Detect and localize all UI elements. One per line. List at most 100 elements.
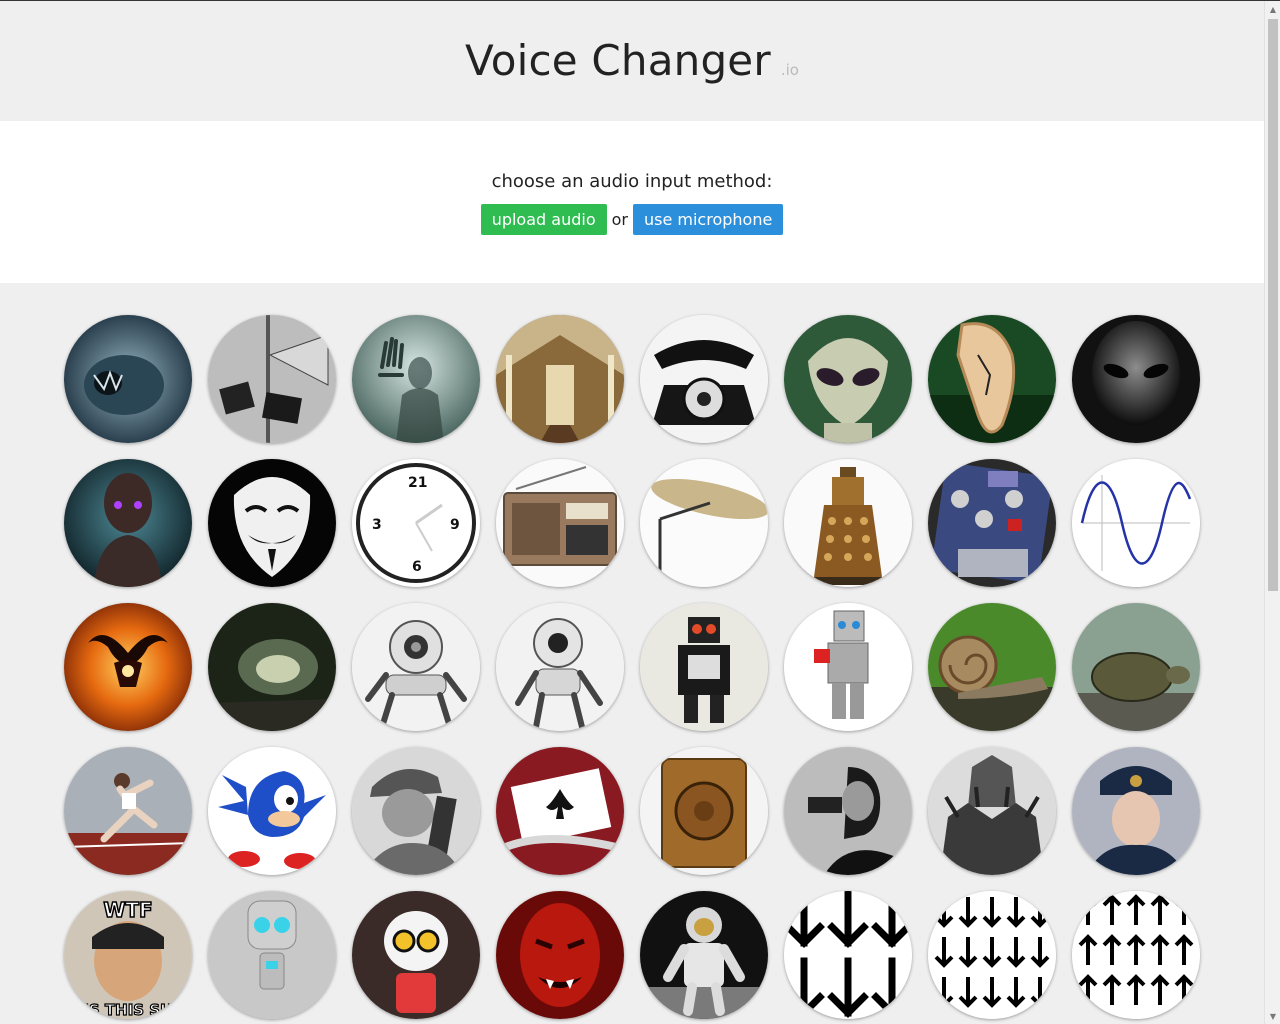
cathedral-icon (496, 315, 624, 443)
arrows-down-large-icon (784, 891, 912, 1019)
ghost-icon (352, 315, 480, 443)
voice-effect[interactable] (928, 747, 1056, 875)
cave-monster-icon (64, 315, 192, 443)
scroll-down-arrow-icon[interactable]: ▼ (1265, 1008, 1280, 1024)
voice-effect[interactable] (208, 315, 336, 443)
kirobo-robot-icon (352, 891, 480, 1019)
voice-effect[interactable] (208, 459, 336, 587)
voice-effect[interactable] (352, 603, 480, 731)
voice-effect[interactable] (1072, 459, 1200, 587)
voice-effect[interactable] (208, 603, 336, 731)
voice-effect[interactable] (640, 315, 768, 443)
sprinter-icon (64, 747, 192, 875)
voice-effect[interactable] (1072, 315, 1200, 443)
voice-effect[interactable] (640, 747, 768, 875)
voice-effect[interactable] (1072, 747, 1200, 875)
russian-soldier-icon (1072, 747, 1200, 875)
wtf-meme-icon: WTF IS THIS SH (64, 891, 192, 1019)
dalek-icon (784, 459, 912, 587)
audio-input-section: choose an audio input method: upload aud… (0, 121, 1264, 283)
sonic-icon (208, 747, 336, 875)
reversed-clock-icon: 21 9 3 6 (352, 459, 480, 587)
voice-effect[interactable] (352, 891, 480, 1019)
svg-text:9: 9 (450, 517, 460, 533)
voice-effect[interactable] (928, 459, 1056, 587)
robot-big-eye-icon (496, 603, 624, 731)
mutron-pedal-icon (928, 459, 1056, 587)
lego-robot-icon (784, 603, 912, 731)
vertical-scrollbar[interactable]: ▲ ▼ (1264, 1, 1280, 1024)
cymbal-icon (640, 459, 768, 587)
site-title-suffix: .io (780, 60, 799, 79)
voice-effect[interactable] (928, 315, 1056, 443)
tortoise-icon (1072, 603, 1200, 731)
site-title[interactable]: Voice Changer (465, 36, 771, 85)
cave-icon (208, 603, 336, 731)
upload-audio-button[interactable]: upload audio (480, 204, 607, 235)
voice-effect[interactable] (352, 315, 480, 443)
sine-wave-icon (1072, 459, 1200, 587)
wooden-speaker-icon (640, 747, 768, 875)
input-method-buttons: upload audio or use microphone (0, 204, 1264, 235)
voice-effect[interactable] (496, 747, 624, 875)
voice-effect[interactable] (64, 747, 192, 875)
voice-effect[interactable] (496, 603, 624, 731)
voice-effect[interactable] (784, 315, 912, 443)
arrows-down-small-icon (928, 891, 1056, 1019)
voice-effect[interactable] (1072, 603, 1200, 731)
voice-effect[interactable] (640, 603, 768, 731)
voice-effect[interactable] (784, 891, 912, 1019)
radio-icon (496, 459, 624, 587)
playing-cards-icon (496, 747, 624, 875)
voice-effect[interactable] (64, 315, 192, 443)
voice-effect[interactable] (496, 459, 624, 587)
voice-effect[interactable] (64, 459, 192, 587)
input-method-prompt: choose an audio input method: (491, 171, 773, 192)
voice-effect[interactable] (640, 891, 768, 1019)
voice-effect[interactable] (928, 603, 1056, 731)
snail-icon (928, 603, 1056, 731)
grey-alien-icon (1072, 315, 1200, 443)
astronaut-icon (640, 891, 768, 1019)
melting-clock-icon (928, 315, 1056, 443)
voice-effect[interactable] (784, 603, 912, 731)
wtf-caption-top: WTF (103, 898, 152, 922)
cyborg-icon (64, 459, 192, 587)
dark-knight-icon (928, 747, 1056, 875)
devil-icon (496, 891, 624, 1019)
voice-effect[interactable] (496, 891, 624, 1019)
voice-effect[interactable] (64, 603, 192, 731)
voice-effect[interactable] (496, 315, 624, 443)
voice-effect[interactable]: 21 9 3 6 (352, 459, 480, 587)
telephone-icon (640, 315, 768, 443)
scroll-up-arrow-icon[interactable]: ▲ (1265, 1, 1280, 17)
robot-one-eye-icon (352, 603, 480, 731)
or-label: or (611, 210, 628, 229)
voice-effect[interactable] (1072, 891, 1200, 1019)
voice-effect[interactable] (640, 459, 768, 587)
balrog-icon (64, 603, 192, 731)
voice-effect[interactable] (352, 747, 480, 875)
site-header: Voice Changer .io (0, 1, 1264, 121)
toy-robot-icon (640, 603, 768, 731)
svg-text:21: 21 (408, 475, 427, 491)
anonymous-mask-icon (208, 459, 336, 587)
radio-soldier-icon (352, 747, 480, 875)
voice-effect[interactable] (928, 891, 1056, 1019)
voice-effect[interactable] (784, 459, 912, 587)
scrollbar-thumb[interactable] (1268, 19, 1278, 591)
brand: Voice Changer .io (465, 36, 799, 85)
inventor-icon (784, 747, 912, 875)
voice-effect[interactable] (784, 747, 912, 875)
voice-effect[interactable]: WTF IS THIS SH (64, 891, 192, 1019)
wtf-caption-bottom: IS THIS SH (83, 1001, 172, 1019)
svg-text:3: 3 (372, 517, 382, 533)
gir-robot-icon (208, 891, 336, 1019)
megaphone-speakers-icon (208, 315, 336, 443)
alien-icon (784, 315, 912, 443)
svg-text:6: 6 (412, 559, 422, 575)
arrows-up-small-icon (1072, 891, 1200, 1019)
use-microphone-button[interactable]: use microphone (632, 204, 784, 235)
voice-effect[interactable] (208, 747, 336, 875)
voice-effect[interactable] (208, 891, 336, 1019)
